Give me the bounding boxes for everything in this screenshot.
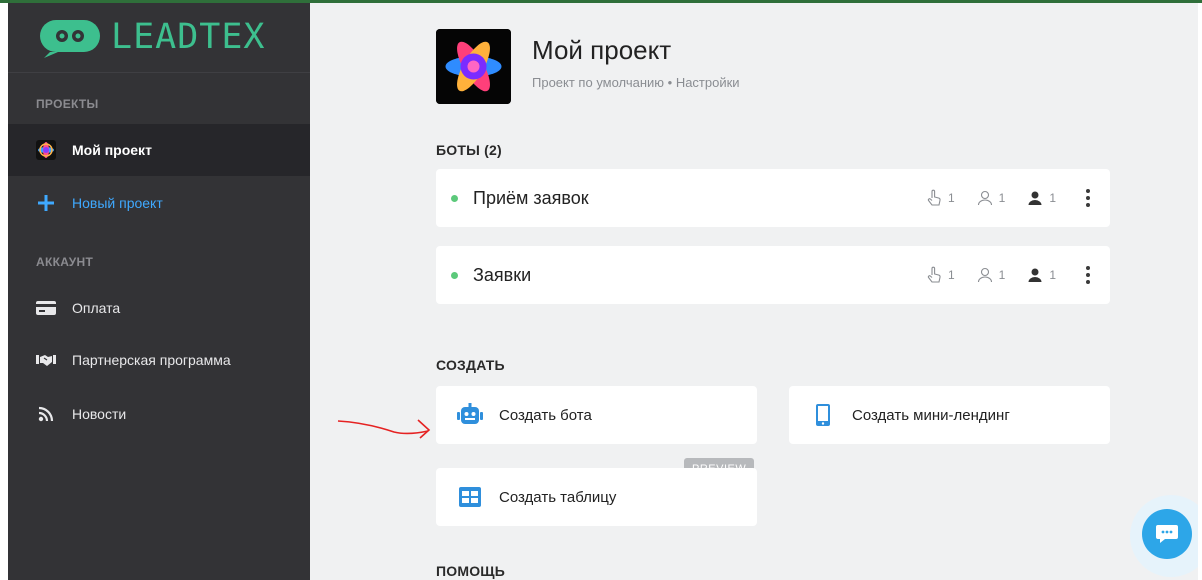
bot-row[interactable]: Приём заявок 1 1 1	[436, 169, 1110, 227]
red-arrow-annotation	[337, 419, 431, 439]
sidebar-item-new-project[interactable]: Новый проект	[8, 177, 310, 229]
page-title: Мой проект	[532, 35, 672, 65]
stat-subscribers: 1	[1027, 267, 1056, 283]
create-bot-button[interactable]: Создать бота	[436, 386, 757, 444]
project-flower-icon	[36, 140, 56, 160]
logo-text: LEADTEX	[111, 17, 266, 57]
handshake-icon	[36, 350, 56, 370]
table-icon	[456, 483, 484, 511]
stat-value: 1	[998, 191, 1006, 205]
bot-status-dot	[451, 271, 458, 279]
sidebar-item-label: Новости	[72, 406, 127, 422]
stat-value: 1	[947, 268, 955, 282]
sidebar: LEADTEX ПРОЕКТЫ Мой проект Новый проект …	[8, 3, 310, 580]
logo-bot-icon	[40, 20, 100, 58]
window-top-border	[0, 0, 1202, 3]
chat-bubble-icon	[1156, 525, 1178, 543]
chat-button[interactable]	[1142, 509, 1192, 559]
project-avatar[interactable]	[436, 29, 511, 104]
stat-clicks: 1	[926, 189, 955, 207]
main-content: Мой проект Проект по умолчанию • Настрой…	[310, 3, 1198, 580]
bot-name: Заявки	[473, 264, 532, 285]
create-mini-landing-label: Создать мини-лендинг	[852, 406, 1010, 424]
stat-subscribers: 1	[1027, 190, 1056, 206]
window-right-edge	[1198, 3, 1202, 580]
sidebar-item-label: Новый проект	[72, 195, 163, 211]
create-mini-landing-button[interactable]: Создать мини-лендинг	[789, 386, 1110, 444]
bot-row[interactable]: Заявки 1 1 1	[436, 246, 1110, 304]
help-section-title: ПОМОЩЬ	[436, 563, 506, 579]
bots-section-title: БОТЫ (2)	[436, 142, 502, 158]
bot-name: Приём заявок	[473, 187, 589, 208]
stat-value: 1	[947, 191, 955, 205]
plus-icon	[36, 193, 56, 213]
sidebar-item-label: Партнерская программа	[72, 352, 231, 368]
bot-status-dot	[451, 194, 458, 202]
more-vertical-icon[interactable]	[1078, 189, 1098, 207]
sidebar-item-label: Мой проект	[72, 142, 152, 158]
stat-users: 1	[977, 190, 1006, 206]
user-outline-icon	[977, 190, 992, 206]
pointer-hand-icon	[927, 266, 941, 283]
more-vertical-icon[interactable]	[1078, 266, 1098, 284]
phone-icon	[809, 401, 837, 429]
chat-widget	[1130, 495, 1202, 580]
account-section-label: АККАУНТ	[36, 255, 94, 269]
create-table-label: Создать таблицу	[499, 488, 617, 506]
rss-icon	[36, 404, 56, 424]
create-section-title: СОЗДАТЬ	[436, 357, 505, 373]
stat-value: 1	[998, 268, 1006, 282]
user-filled-icon	[1028, 268, 1042, 282]
window-left-edge	[0, 3, 8, 580]
sidebar-item-payment[interactable]: Оплата	[8, 282, 310, 334]
sidebar-item-my-project[interactable]: Мой проект	[8, 124, 310, 176]
user-outline-icon	[977, 267, 992, 283]
projects-section-label: ПРОЕКТЫ	[36, 97, 99, 111]
pointer-hand-icon	[927, 189, 941, 206]
user-filled-icon	[1028, 191, 1042, 205]
brand-logo[interactable]: LEADTEX	[8, 3, 310, 73]
stat-value: 1	[1049, 268, 1056, 282]
robot-icon	[456, 401, 484, 429]
credit-card-icon	[36, 298, 56, 318]
sidebar-item-news[interactable]: Новости	[8, 388, 310, 440]
create-table-button[interactable]: Создать таблицу	[436, 468, 757, 526]
sidebar-item-label: Оплата	[72, 300, 121, 316]
stat-clicks: 1	[926, 266, 955, 284]
sidebar-item-partner-program[interactable]: Партнерская программа	[8, 334, 310, 386]
stat-users: 1	[977, 267, 1006, 283]
project-subtitle[interactable]: Проект по умолчанию • Настройки	[532, 75, 740, 90]
stat-value: 1	[1049, 191, 1056, 205]
project-flower-icon	[436, 29, 511, 104]
create-bot-label: Создать бота	[499, 406, 592, 424]
